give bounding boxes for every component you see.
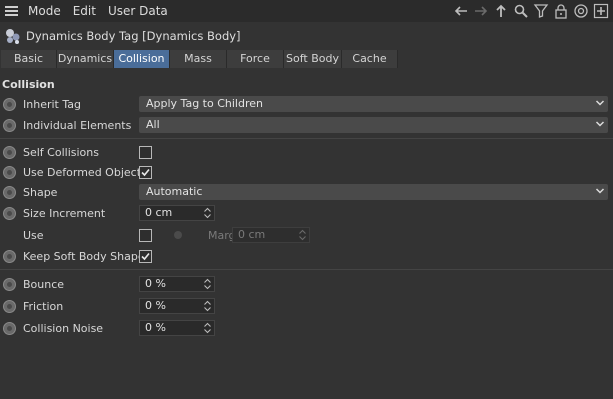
size-increment-row: Size Increment 0 cm: [0, 203, 613, 223]
animate-icon[interactable]: [3, 97, 16, 111]
margin-input: 0 cm: [232, 227, 310, 243]
size-increment-value: 0 cm: [145, 206, 173, 219]
bounce-value: 0 %: [145, 277, 166, 290]
tab-dynamics[interactable]: Dynamics: [57, 50, 114, 68]
menu-edit[interactable]: Edit: [67, 0, 102, 22]
tab-force[interactable]: Force: [227, 50, 284, 68]
use-deformed-object-checkbox[interactable]: [139, 165, 152, 179]
menu-user-data[interactable]: User Data: [102, 0, 174, 22]
tab-basic[interactable]: Basic: [1, 50, 57, 68]
page-title: Dynamics Body Tag [Dynamics Body]: [26, 29, 241, 43]
shape-row: Shape Automatic: [0, 182, 613, 202]
tab-cache[interactable]: Cache: [342, 50, 398, 68]
bounce-input[interactable]: 0 %: [139, 276, 215, 292]
object-header: Dynamics Body Tag [Dynamics Body]: [0, 24, 613, 48]
keep-soft-body-shape-checkbox[interactable]: [139, 249, 152, 263]
individual-elements-dropdown[interactable]: All: [139, 117, 608, 133]
target-icon[interactable]: [573, 3, 589, 19]
individual-elements-value: All: [146, 118, 160, 131]
collision-noise-input[interactable]: 0 %: [139, 320, 215, 336]
size-increment-input[interactable]: 0 cm: [139, 205, 215, 221]
menu-bar: Mode Edit User Data: [0, 0, 613, 22]
arrow-up-icon[interactable]: [493, 3, 509, 19]
collision-noise-row: Collision Noise 0 %: [0, 318, 613, 338]
animate-icon[interactable]: [3, 165, 16, 179]
inherit-tag-dropdown[interactable]: Apply Tag to Children: [139, 96, 608, 112]
keep-soft-body-shape-row: Keep Soft Body Shape: [0, 246, 613, 266]
divider: [0, 138, 613, 139]
individual-elements-row: Individual Elements All: [0, 115, 613, 135]
checkmark-icon: [141, 168, 150, 176]
collision-noise-value: 0 %: [145, 321, 166, 334]
self-collisions-checkbox[interactable]: [139, 145, 152, 159]
tab-soft-body[interactable]: Soft Body: [284, 50, 342, 68]
use-checkbox[interactable]: [139, 228, 152, 242]
tab-bar: Basic Dynamics Collision Mass Force Soft…: [1, 50, 398, 68]
inherit-tag-label: Inherit Tag: [23, 97, 81, 111]
use-deformed-object-row: Use Deformed Object: [0, 162, 613, 182]
animate-icon[interactable]: [3, 299, 16, 313]
add-icon[interactable]: [593, 3, 609, 19]
use-deformed-object-label: Use Deformed Object: [23, 165, 142, 179]
search-icon[interactable]: [513, 3, 529, 19]
keep-soft-body-shape-label: Keep Soft Body Shape: [23, 249, 145, 263]
inherit-tag-row: Inherit Tag Apply Tag to Children: [0, 94, 613, 114]
animate-icon[interactable]: [3, 206, 16, 220]
inherit-tag-value: Apply Tag to Children: [146, 97, 263, 110]
animate-icon[interactable]: [3, 249, 16, 263]
spinner-icon: [299, 229, 306, 241]
size-increment-label: Size Increment: [23, 206, 106, 220]
lock-icon[interactable]: [553, 3, 569, 19]
tab-collision[interactable]: Collision: [114, 50, 170, 68]
shape-label: Shape: [23, 185, 58, 199]
spinner-icon[interactable]: [204, 300, 211, 312]
bounce-row: Bounce 0 %: [0, 274, 613, 294]
animate-icon[interactable]: [3, 145, 16, 159]
dynamics-body-tag-icon: [6, 29, 20, 44]
friction-label: Friction: [23, 299, 64, 313]
animate-icon[interactable]: [3, 118, 16, 132]
margin-value: 0 cm: [238, 228, 266, 241]
chevron-down-icon: [595, 121, 605, 127]
spinner-icon[interactable]: [204, 207, 211, 219]
chevron-down-icon: [595, 100, 605, 106]
chevron-down-icon: [595, 188, 605, 194]
collision-noise-label: Collision Noise: [23, 321, 104, 335]
shape-value: Automatic: [146, 185, 203, 198]
use-row: Use Margin 0 cm: [0, 225, 613, 245]
animate-icon[interactable]: [3, 277, 16, 291]
individual-elements-label: Individual Elements: [23, 118, 132, 132]
friction-value: 0 %: [145, 299, 166, 312]
filter-icon[interactable]: [533, 3, 549, 19]
margin-animate-icon: [174, 231, 182, 239]
use-label: Use: [23, 228, 44, 242]
friction-row: Friction 0 %: [0, 296, 613, 316]
animate-icon[interactable]: [3, 321, 16, 335]
spinner-icon[interactable]: [204, 278, 211, 290]
checkmark-icon: [141, 252, 150, 260]
divider: [0, 269, 613, 270]
shape-dropdown[interactable]: Automatic: [139, 184, 608, 200]
tab-mass[interactable]: Mass: [170, 50, 227, 68]
friction-input[interactable]: 0 %: [139, 298, 215, 314]
self-collisions-label: Self Collisions: [23, 145, 99, 159]
self-collisions-row: Self Collisions: [0, 142, 613, 162]
section-title: Collision: [2, 78, 55, 91]
toolbar: [453, 0, 609, 22]
arrow-right-icon[interactable]: [473, 3, 489, 19]
bounce-label: Bounce: [23, 277, 65, 291]
animate-icon[interactable]: [3, 185, 16, 199]
menu-mode[interactable]: Mode: [22, 0, 67, 22]
hamburger-menu-icon[interactable]: [0, 0, 22, 22]
spinner-icon[interactable]: [204, 322, 211, 334]
arrow-left-icon[interactable]: [453, 3, 469, 19]
